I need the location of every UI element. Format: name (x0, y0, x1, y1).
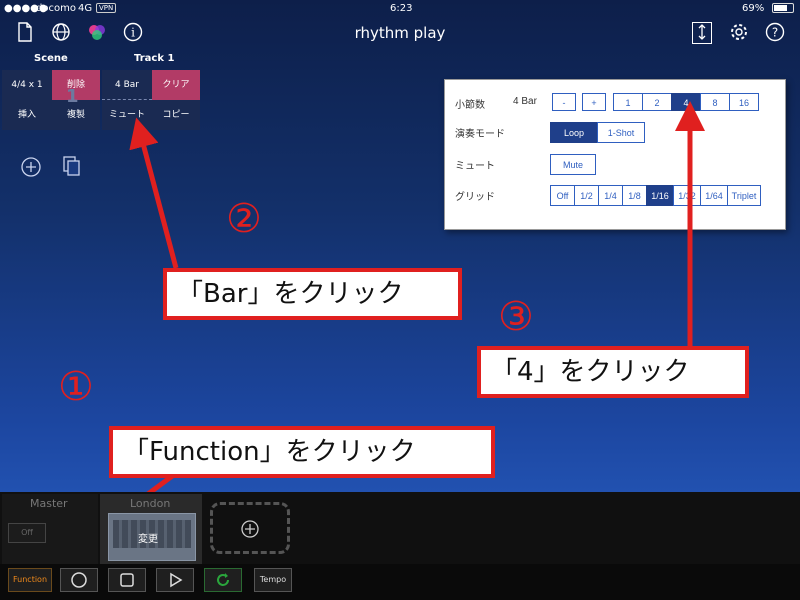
function-button[interactable]: Function (8, 568, 52, 592)
play-button[interactable] (156, 568, 194, 592)
step2-callout: 「Bar」をクリック (163, 268, 462, 320)
record-icon (71, 572, 87, 588)
instrument-change-button[interactable]: 変更 (138, 530, 158, 545)
step2-number: ② (226, 196, 262, 242)
step3-callout: 「4」をクリック (477, 346, 749, 398)
arrow-step2 (129, 117, 179, 269)
stop-icon (120, 573, 134, 587)
stop-button[interactable] (108, 568, 146, 592)
instrument-name: London (130, 497, 171, 510)
tempo-button[interactable]: Tempo (254, 568, 292, 592)
step1-number: ① (58, 364, 94, 410)
master-off-button[interactable]: Off (8, 523, 46, 543)
play-icon (170, 572, 183, 588)
record-button[interactable] (60, 568, 98, 592)
loop-button[interactable] (204, 568, 242, 592)
step1-callout: 「Function」をクリック (109, 426, 495, 478)
step3-number: ③ (498, 294, 534, 340)
plus-icon (241, 520, 259, 538)
master-label: Master (30, 497, 68, 510)
add-instrument-slot[interactable] (210, 502, 290, 554)
loop-icon (217, 573, 229, 586)
